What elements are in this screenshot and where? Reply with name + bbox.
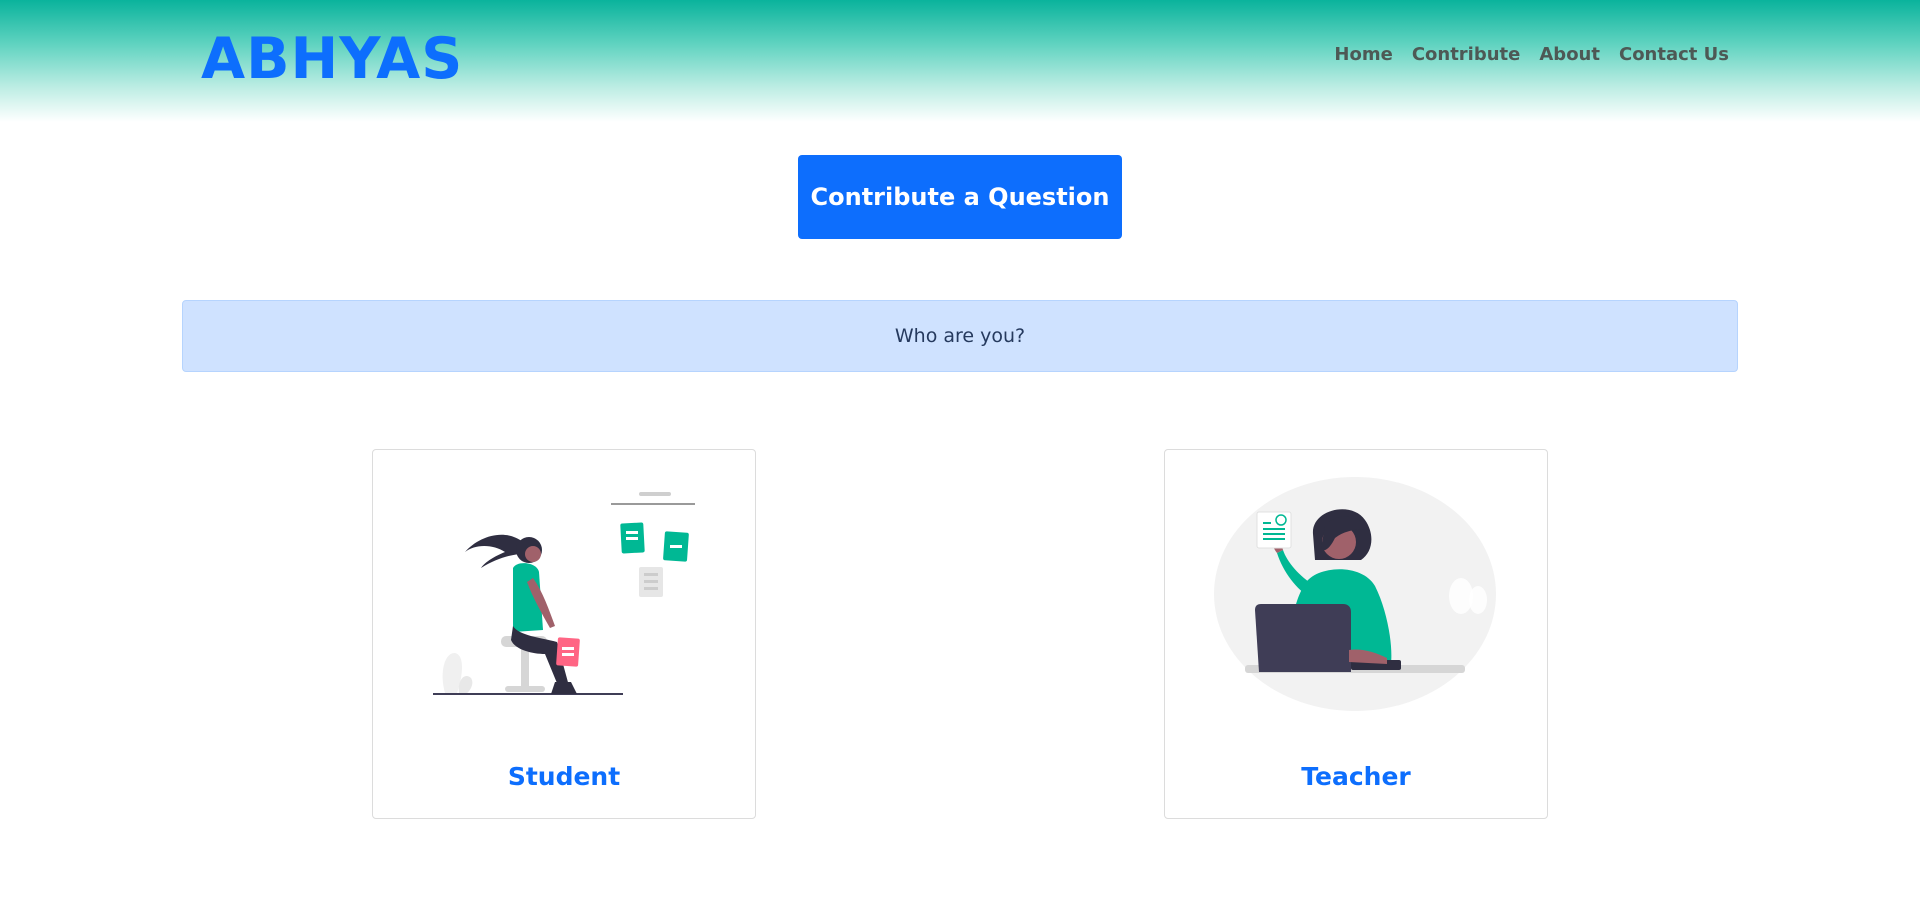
nav-about[interactable]: About (1539, 42, 1600, 68)
contribute-question-button[interactable]: Contribute a Question (798, 155, 1122, 239)
student-label[interactable]: Student (373, 761, 755, 793)
student-illustration (433, 492, 695, 695)
brand-logo[interactable]: ABHYAS (201, 24, 463, 94)
nav-contact-us[interactable]: Contact Us (1619, 42, 1729, 68)
teacher-card[interactable]: Teacher (1164, 449, 1548, 819)
role-prompt-text: Who are you? (894, 325, 1026, 347)
nav-contribute[interactable]: Contribute (1412, 42, 1521, 68)
teacher-illustration (1214, 477, 1496, 711)
nav-home[interactable]: Home (1334, 42, 1392, 68)
site-header: ABHYAS Home Contribute About Contact Us (0, 0, 1920, 122)
student-card[interactable]: Student (372, 449, 756, 819)
main-nav: Home Contribute About Contact Us (1334, 42, 1729, 68)
teacher-label[interactable]: Teacher (1165, 761, 1547, 793)
role-prompt-alert: Who are you? (182, 300, 1738, 372)
